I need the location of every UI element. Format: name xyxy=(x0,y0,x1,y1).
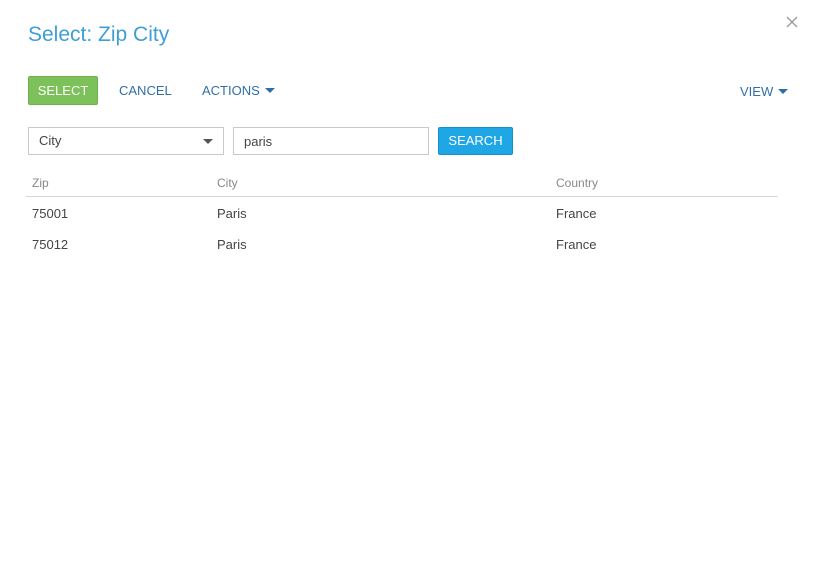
chevron-down-icon xyxy=(203,139,213,144)
results-grid: Zip City Country 75001 Paris France 7501… xyxy=(26,170,778,259)
column-header-country[interactable]: Country xyxy=(556,176,598,190)
chevron-down-icon xyxy=(778,89,789,95)
actions-menu-button[interactable]: ACTIONS xyxy=(202,76,275,105)
column-select-value: City xyxy=(39,133,62,148)
column-header-city[interactable]: City xyxy=(217,176,238,190)
view-label: VIEW xyxy=(740,84,774,99)
cell-city: Paris xyxy=(217,237,247,252)
close-icon[interactable] xyxy=(784,14,800,30)
dialog-title: Select: Zip City xyxy=(28,23,170,46)
cell-zip: 75001 xyxy=(32,206,69,221)
column-select[interactable]: City xyxy=(28,127,224,155)
cell-city: Paris xyxy=(217,206,247,221)
lookup-dialog: Select: Zip City SELECT CANCEL ACTIONS V… xyxy=(0,0,818,584)
cell-zip: 75012 xyxy=(32,237,69,252)
cell-country: France xyxy=(556,206,597,221)
cancel-button[interactable]: CANCEL xyxy=(119,76,172,105)
grid-header: Zip City Country xyxy=(26,170,778,197)
table-row[interactable]: 75001 Paris France xyxy=(26,197,778,228)
column-header-zip[interactable]: Zip xyxy=(32,176,49,190)
view-menu-button[interactable]: VIEW xyxy=(740,77,789,106)
select-button[interactable]: SELECT xyxy=(28,76,98,105)
search-input[interactable] xyxy=(233,127,429,155)
search-button[interactable]: SEARCH xyxy=(438,127,513,155)
actions-label: ACTIONS xyxy=(202,83,260,98)
table-row[interactable]: 75012 Paris France xyxy=(26,228,778,259)
toolbar: SELECT CANCEL ACTIONS VIEW xyxy=(28,76,790,105)
chevron-down-icon xyxy=(264,88,275,94)
cell-country: France xyxy=(556,237,597,252)
